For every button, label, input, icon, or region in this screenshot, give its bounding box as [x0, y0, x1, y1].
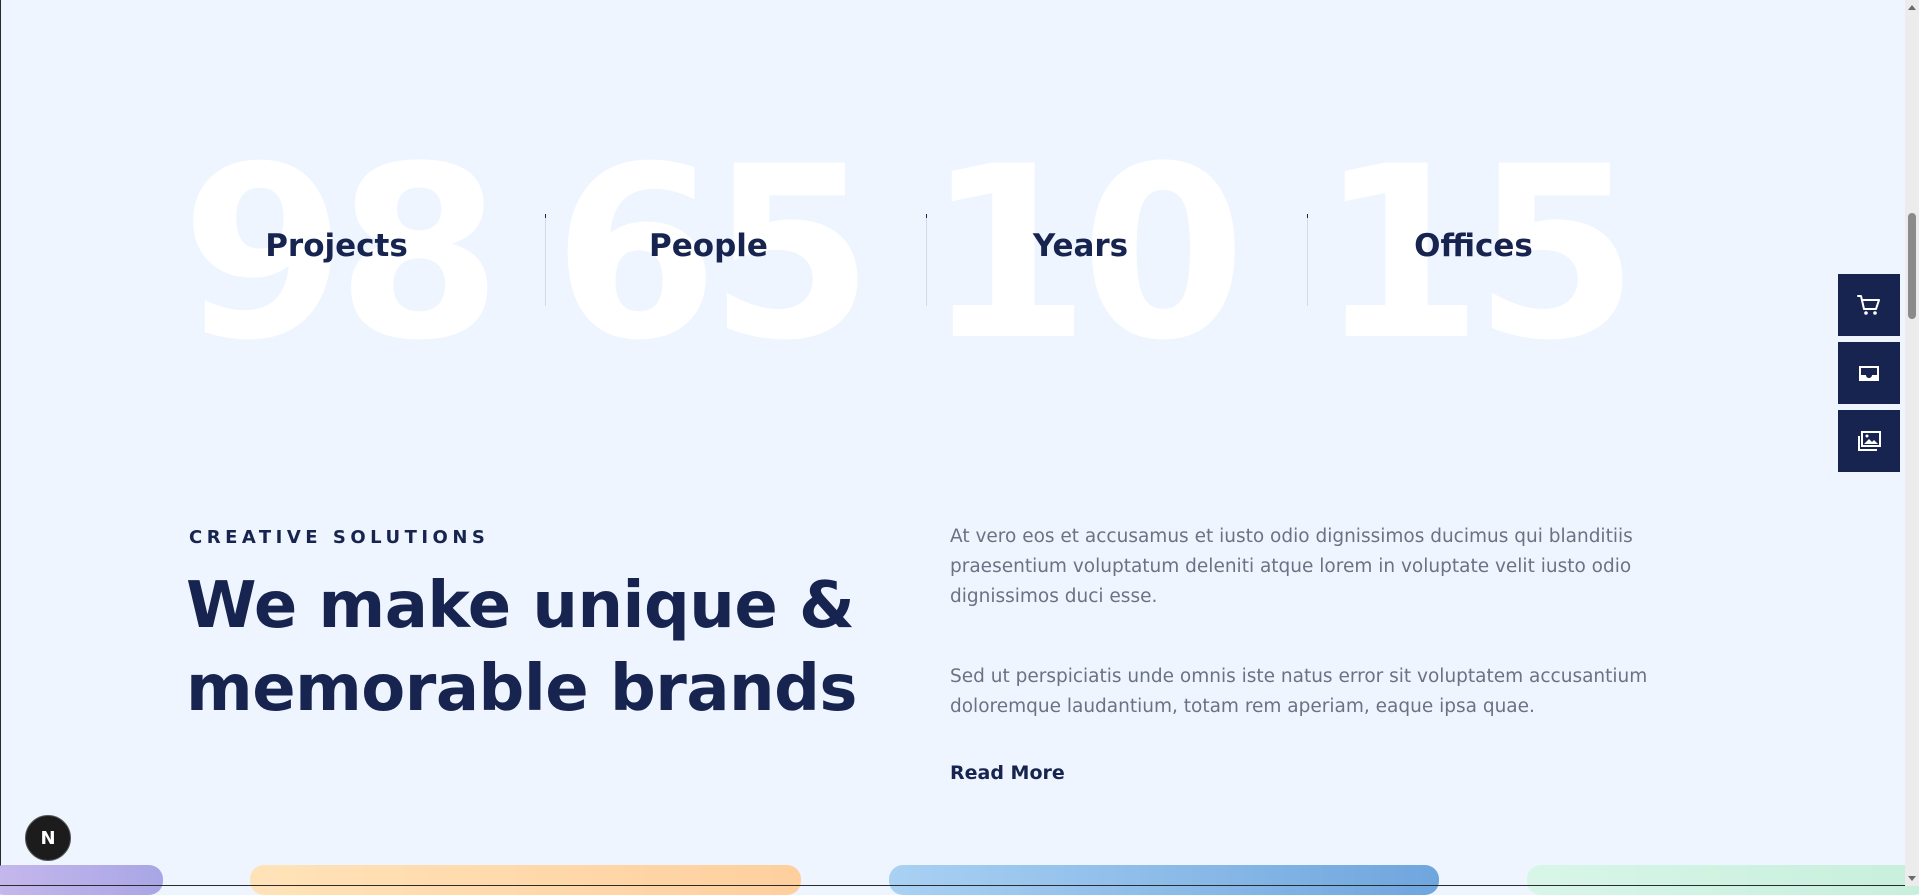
stat-label: Years [1032, 228, 1129, 264]
headline-line: We make unique & [186, 569, 855, 643]
intro-paragraph: At vero eos et accusamus et iusto odio d… [950, 526, 1633, 607]
scroll-thumb[interactable] [1908, 213, 1916, 319]
cart-icon [1857, 295, 1880, 315]
service-card-purple[interactable] [0, 865, 163, 895]
stat-label: Projects [265, 228, 408, 264]
page-scrollbar[interactable] [1905, 0, 1919, 886]
service-card-orange[interactable] [250, 865, 801, 895]
window-left-border [0, 0, 1, 886]
service-card-blue[interactable] [889, 865, 1439, 895]
inbox-button[interactable] [1838, 342, 1900, 404]
inbox-icon [1859, 366, 1879, 381]
cart-button[interactable] [1838, 274, 1900, 336]
stat-years: 10 Years [890, 136, 1271, 374]
images-icon [1858, 431, 1881, 451]
stat-label: People [649, 228, 768, 264]
images-button[interactable] [1838, 410, 1900, 472]
stat-people: 65 People [518, 136, 899, 374]
read-more-link[interactable]: Read More [950, 762, 1065, 784]
nextjs-logo-letter: N [40, 827, 56, 849]
nextjs-dev-badge[interactable]: N [25, 815, 71, 861]
service-card-green[interactable] [1527, 865, 1919, 895]
detail-paragraph: Sed ut perspiciatis unde omnis iste natu… [950, 666, 1648, 717]
section-eyebrow: CREATIVE SOLUTIONS [189, 527, 490, 548]
scroll-up-arrow[interactable] [1908, 5, 1916, 10]
stat-label: Offices [1414, 228, 1533, 264]
scroll-down-arrow[interactable] [1908, 876, 1916, 881]
headline-line: memorable brands [186, 652, 857, 726]
stat-offices: 15 Offices [1283, 136, 1664, 374]
stat-projects: 98 Projects [146, 136, 527, 374]
section-headline: We make unique & memorable brands [186, 565, 946, 731]
